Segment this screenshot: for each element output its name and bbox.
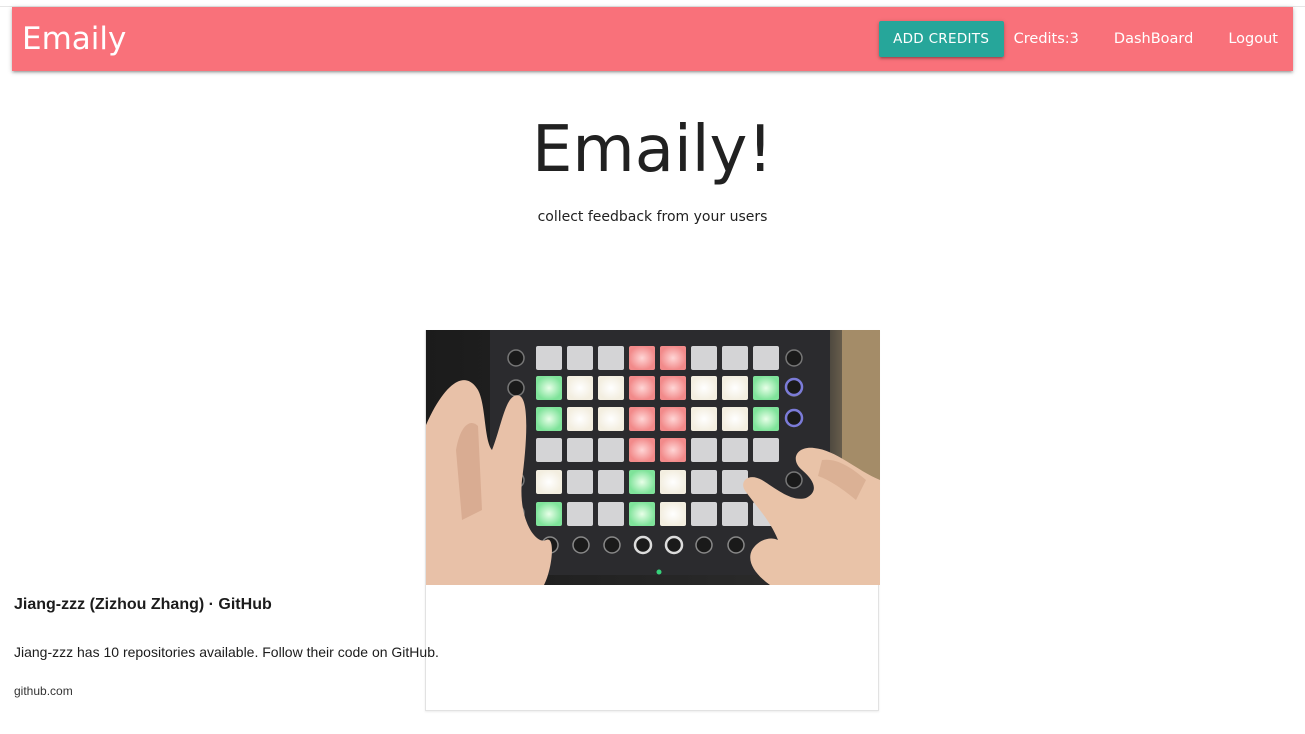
link-preview-description: Jiang-zzz has 10 repositories available.… — [14, 644, 439, 660]
logout-link[interactable]: Logout — [1213, 7, 1293, 71]
credits-count: Credits:3 — [1013, 31, 1079, 47]
link-preview-domain: github.com — [14, 684, 73, 698]
link-preview-card[interactable] — [425, 330, 880, 711]
top-navbar: Emaily ADD CREDITS Credits:3 DashBoard L… — [12, 7, 1293, 71]
browser-top-edge — [0, 0, 1305, 7]
launchpad-photo-icon — [426, 330, 880, 585]
page-subtitle: collect feedback from your users — [537, 209, 768, 225]
brand-logo-link[interactable]: Emaily — [22, 7, 126, 71]
navbar-right-group: ADD CREDITS Credits:3 DashBoard Logout — [878, 7, 1293, 71]
dashboard-link[interactable]: DashBoard — [1094, 7, 1213, 71]
link-preview-title[interactable]: Jiang-zzz (Zizhou Zhang) · GitHub — [14, 596, 272, 614]
add-credits-button[interactable]: ADD CREDITS — [878, 21, 1004, 57]
page-title: Emaily! — [531, 113, 774, 187]
